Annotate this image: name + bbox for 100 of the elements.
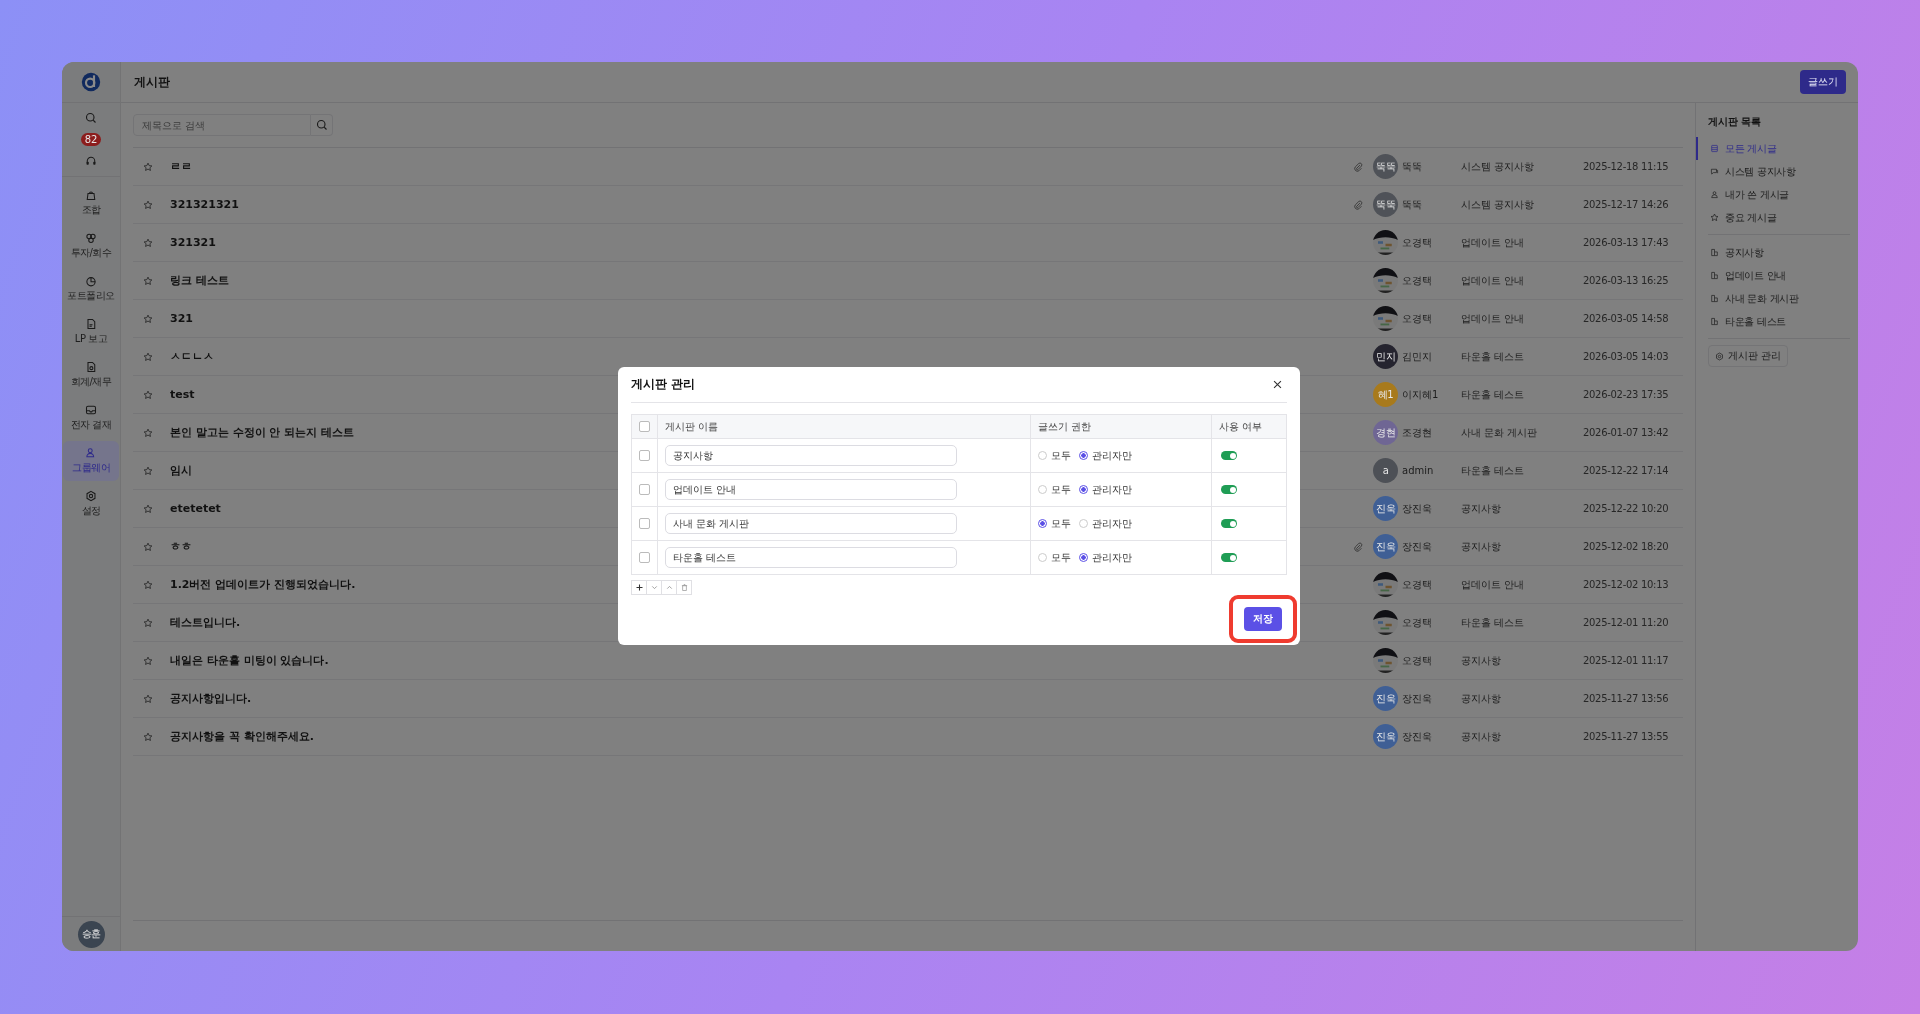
checkbox[interactable] <box>639 518 650 529</box>
close-icon[interactable] <box>1272 379 1283 390</box>
post-title[interactable]: 내일은 타운홀 미팅이 있습니다. <box>170 654 329 667</box>
post-title[interactable]: ㅎㅎ <box>170 540 192 553</box>
star-icon[interactable] <box>143 579 153 590</box>
board-name: 업데이트 안내 <box>1461 235 1526 250</box>
logo-icon[interactable] <box>81 72 101 92</box>
star-icon[interactable] <box>143 693 153 704</box>
board-link[interactable]: 타운홀 테스트 <box>1696 310 1850 333</box>
checkbox[interactable] <box>639 484 650 495</box>
post-title[interactable]: 테스트입니다. <box>170 616 241 629</box>
star-icon[interactable] <box>143 617 153 628</box>
star-icon[interactable] <box>143 427 153 438</box>
radio-option[interactable]: 관리자만 <box>1079 550 1132 565</box>
add-button[interactable] <box>631 580 647 595</box>
author-name: 장진욱 <box>1402 691 1433 706</box>
nav-item[interactable]: 포트폴리오 <box>63 269 119 309</box>
search-button[interactable] <box>311 114 333 136</box>
post-title[interactable]: 본인 말고는 수정이 안 되는지 테스트 <box>170 426 355 439</box>
board-filter[interactable]: 모든 게시글 <box>1696 137 1850 160</box>
star-icon[interactable] <box>143 503 153 514</box>
post-title[interactable]: 321321321 <box>170 198 239 211</box>
page-title: 게시판 <box>134 73 170 91</box>
user-avatar[interactable]: 승훈 <box>77 920 105 948</box>
star-icon[interactable] <box>143 731 153 742</box>
radio-option[interactable]: 모두 <box>1038 448 1071 463</box>
save-button[interactable]: 저장 <box>1244 607 1282 631</box>
post-title[interactable]: ㄹㄹ <box>170 160 192 173</box>
headset-icon[interactable] <box>85 155 97 167</box>
star-icon[interactable] <box>143 465 153 476</box>
star-icon[interactable] <box>143 199 153 210</box>
input-field[interactable]: 업데이트 안내 <box>665 479 957 500</box>
star-icon[interactable] <box>143 351 153 362</box>
board-filter[interactable]: 중요 게시글 <box>1696 206 1850 229</box>
nav-item[interactable]: 투자/회수 <box>63 226 119 266</box>
write-button[interactable]: 글쓰기 <box>1800 70 1846 94</box>
nav-item[interactable]: 조합 <box>63 183 119 223</box>
board-icon <box>1710 271 1719 280</box>
board-name: 공지사항 <box>1461 539 1502 554</box>
post-title[interactable]: 321 <box>170 312 193 325</box>
toggle-switch[interactable] <box>1221 519 1237 528</box>
nav-item[interactable]: LP 보고 <box>63 312 119 352</box>
circles-icon <box>85 232 97 244</box>
nav-item[interactable]: 그룹웨어 <box>63 441 119 481</box>
radio-option[interactable]: 모두 <box>1038 516 1071 531</box>
post-title[interactable]: 공지사항입니다. <box>170 692 252 705</box>
post-title[interactable]: 링크 테스트 <box>170 274 229 287</box>
author-name: 장진욱 <box>1402 729 1433 744</box>
board-link[interactable]: 사내 문화 게시판 <box>1696 287 1850 310</box>
star-icon[interactable] <box>143 237 153 248</box>
radio-option[interactable]: 모두 <box>1038 482 1071 497</box>
search-icon[interactable] <box>85 112 97 124</box>
checkbox[interactable] <box>639 450 650 461</box>
post-date: 2025-12-02 10:13 <box>1583 579 1670 590</box>
paperclip-icon <box>1353 541 1363 552</box>
post-date: 2026-03-13 16:25 <box>1583 275 1670 286</box>
toggle-switch[interactable] <box>1221 485 1237 494</box>
notification-badge[interactable]: 82 <box>80 133 102 146</box>
search-field[interactable]: 제목으로 검색 <box>133 114 311 136</box>
input-field[interactable]: 타운홀 테스트 <box>665 547 957 568</box>
post-date: 2025-11-27 13:55 <box>1583 731 1670 742</box>
pie-chart-icon <box>85 275 97 287</box>
delete-button[interactable] <box>676 580 692 595</box>
radio-option[interactable]: 관리자만 <box>1079 516 1132 531</box>
input-field[interactable]: 사내 문화 게시판 <box>665 513 957 534</box>
input-field[interactable]: 공지사항 <box>665 445 957 466</box>
post-title[interactable]: 공지사항을 꼭 확인해주세요. <box>170 730 314 743</box>
checkbox[interactable] <box>639 552 650 563</box>
radio-option[interactable]: 관리자만 <box>1079 482 1132 497</box>
nav-item[interactable]: 회계/재무 <box>63 355 119 395</box>
radio-option[interactable]: 모두 <box>1038 550 1071 565</box>
board-link[interactable]: 업데이트 안내 <box>1696 264 1850 287</box>
author-name: 오경택 <box>1402 653 1433 668</box>
board-link[interactable]: 공지사항 <box>1696 241 1850 264</box>
post-title[interactable]: 1.2버전 업데이트가 진행되었습니다. <box>170 578 356 591</box>
star-icon[interactable] <box>143 655 153 666</box>
nav-item[interactable]: 전자 결재 <box>63 398 119 438</box>
checkbox[interactable] <box>639 421 650 432</box>
star-icon[interactable] <box>143 389 153 400</box>
dialog-title: 게시판 관리 <box>631 376 696 393</box>
post-title[interactable]: 321321 <box>170 236 216 249</box>
toggle-switch[interactable] <box>1221 451 1237 460</box>
post-date: 2025-11-27 13:56 <box>1583 693 1670 704</box>
board-name: 공지사항 <box>1461 729 1502 744</box>
post-title[interactable]: ㅅㄷㄴㅅ <box>170 350 214 363</box>
author-name: 오경택 <box>1402 615 1433 630</box>
manage-boards-button[interactable]: 게시판 관리 <box>1708 345 1789 367</box>
post-title[interactable]: etetetet <box>170 502 221 515</box>
star-icon[interactable] <box>143 275 153 286</box>
post-title[interactable]: test <box>170 388 195 401</box>
radio-option[interactable]: 관리자만 <box>1079 448 1132 463</box>
board-filter[interactable]: 내가 쓴 게시글 <box>1696 183 1850 206</box>
star-icon[interactable] <box>143 313 153 324</box>
star-icon[interactable] <box>143 161 153 172</box>
toggle-switch[interactable] <box>1221 553 1237 562</box>
board-filter[interactable]: 시스템 공지사항 <box>1696 160 1850 183</box>
post-title[interactable]: 임시 <box>170 464 192 477</box>
post-date: 2026-01-07 13:42 <box>1583 427 1670 438</box>
nav-item[interactable]: 설정 <box>63 484 119 524</box>
star-icon[interactable] <box>143 541 153 552</box>
